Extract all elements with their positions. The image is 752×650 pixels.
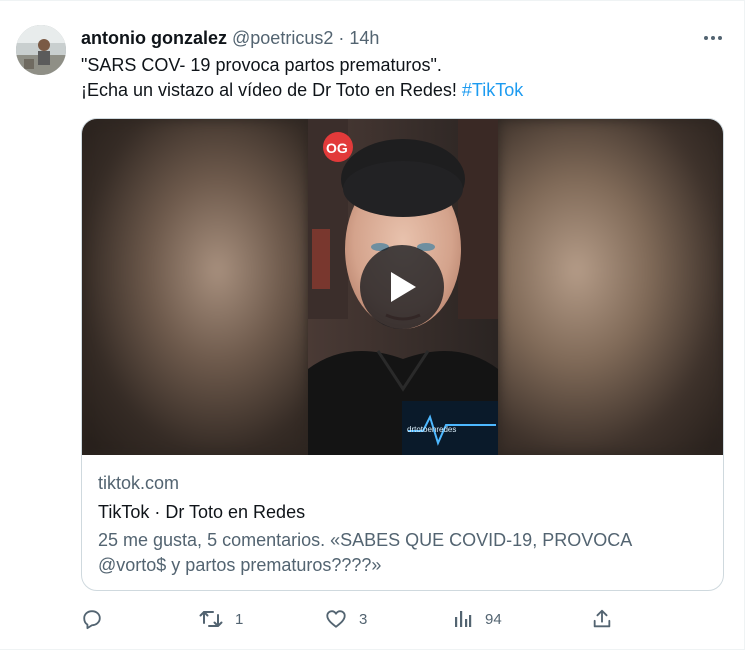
reply-button[interactable] [81, 605, 115, 633]
like-button[interactable]: 3 [325, 605, 367, 633]
blurred-background-right [498, 119, 723, 455]
like-icon [326, 610, 346, 628]
tweet-text-line1: "SARS COV- 19 provoca partos prematuros"… [81, 55, 442, 75]
video-watermark: drtotoenredes [407, 425, 456, 434]
retweet-icon [199, 611, 223, 627]
action-bar: 1 3 94 [81, 605, 641, 633]
more-icon[interactable] [702, 29, 724, 47]
views-icon [455, 611, 472, 627]
tweet-container[interactable]: antonio gonzalez @poetricus2 · 14h "SARS… [0, 0, 745, 650]
tweet-header: antonio gonzalez @poetricus2 · 14h [81, 27, 379, 49]
like-count: 3 [359, 610, 368, 628]
share-button[interactable] [591, 605, 613, 633]
card-domain: tiktok.com [98, 473, 180, 493]
views-count: 94 [485, 610, 502, 628]
play-icon [391, 272, 416, 302]
play-button[interactable] [360, 245, 444, 329]
link-card[interactable]: OG drtotoenredes tiktok.com TikTok · Dr … [81, 118, 724, 591]
hashtag-link[interactable]: #TikTok [462, 80, 523, 100]
timestamp[interactable]: 14h [349, 28, 379, 48]
svg-text:OG: OG [326, 140, 348, 156]
reply-icon [83, 610, 101, 630]
views-button[interactable]: 94 [453, 605, 502, 633]
handle[interactable]: @poetricus2 [232, 28, 333, 48]
avatar[interactable] [16, 25, 66, 75]
share-icon [593, 609, 611, 628]
card-description: 25 me gusta, 5 comentarios. «SABES QUE C… [98, 530, 632, 575]
tweet-text-line2: ¡Echa un vistazo al vídeo de Dr Toto en … [81, 80, 462, 100]
retweet-button[interactable]: 1 [199, 605, 243, 633]
card-info[interactable]: tiktok.com TikTok · Dr Toto en Redes 25 … [98, 471, 698, 578]
card-title: TikTok · Dr Toto en Redes [98, 502, 306, 522]
video-thumbnail[interactable]: OG drtotoenredes [82, 119, 723, 455]
retweet-count: 1 [235, 610, 244, 628]
dot-separator: · [333, 28, 350, 48]
display-name[interactable]: antonio gonzalez [81, 28, 227, 48]
tweet-text: "SARS COV- 19 provoca partos prematuros"… [81, 53, 523, 103]
blurred-background-left [82, 119, 308, 455]
